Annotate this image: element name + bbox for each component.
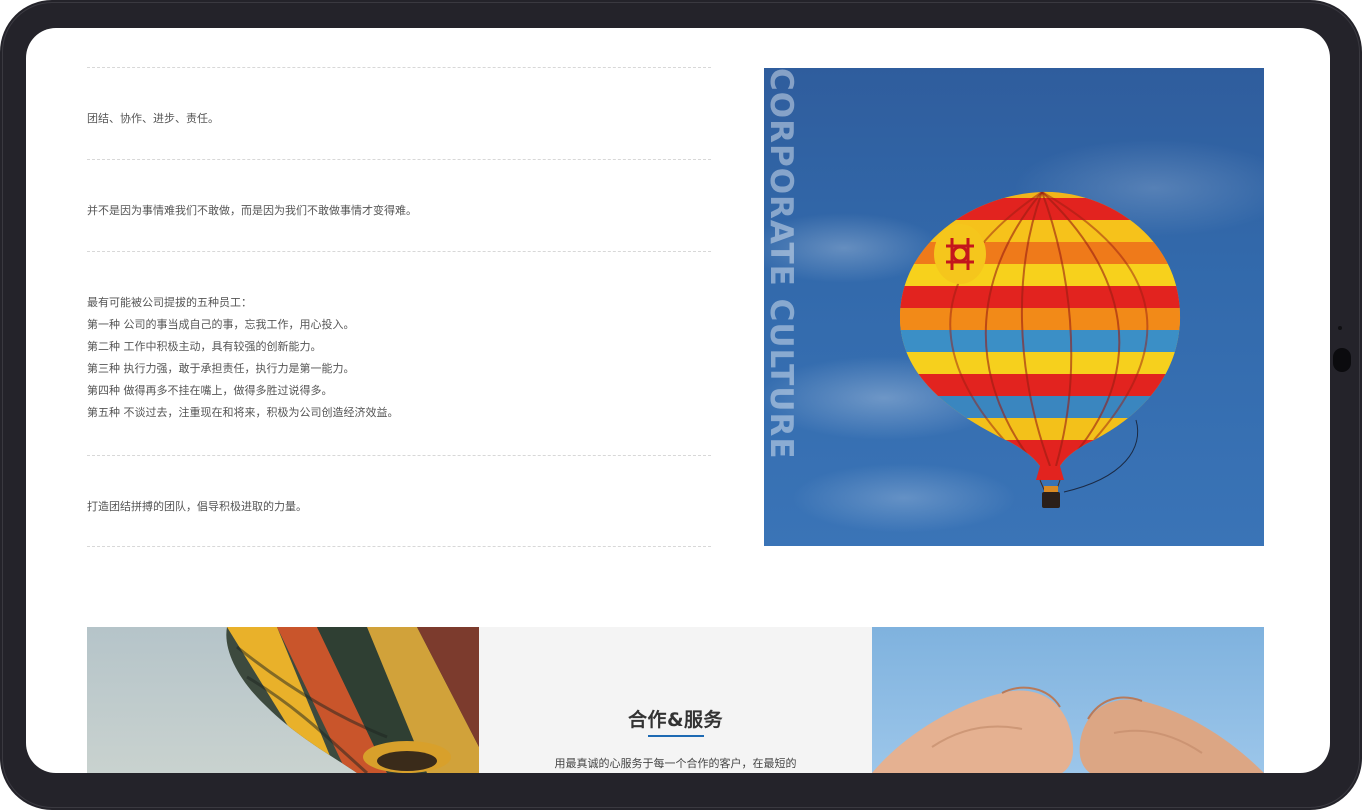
culture-text: 第一种 公司的事当成自己的事，忘我工作，用心投入。 <box>87 318 355 331</box>
balloon-tile-image <box>87 627 479 773</box>
hot-air-balloon-image: CORPORATE CULTURE <box>764 68 1264 546</box>
culture-text: 最有可能被公司提拔的五种员工： <box>87 296 252 309</box>
culture-item: 最有可能被公司提拔的五种员工： 第一种 公司的事当成自己的事，忘我工作，用心投入… <box>87 251 711 455</box>
culture-item: 打造团结拼搏的团队，倡导积极进取的力量。 <box>87 455 711 547</box>
feature-tiles: 合作&服务 用最真诚的心服务于每一个合作的客户，在最短的 <box>87 627 1264 773</box>
service-title: 合作&服务 <box>627 709 724 731</box>
culture-text: 第五种 不谈过去，注重现在和将来，积极为公司创造经济效益。 <box>87 406 399 419</box>
culture-text: 团结、协作、进步、责任。 <box>87 112 219 125</box>
service-card: 合作&服务 用最真诚的心服务于每一个合作的客户，在最短的 <box>479 627 872 773</box>
tablet-frame: 团结、协作、进步、责任。 并不是因为事情难我们不敢做，而是因为我们不敢做事情才变… <box>0 0 1362 810</box>
screen: 团结、协作、进步、责任。 并不是因为事情难我们不敢做，而是因为我们不敢做事情才变… <box>26 28 1330 773</box>
camera-icon <box>1338 326 1342 330</box>
culture-item: 团结、协作、进步、责任。 <box>87 67 711 159</box>
culture-item: 并不是因为事情难我们不敢做，而是因为我们不敢做事情才变得难。 <box>87 159 711 251</box>
culture-text: 并不是因为事情难我们不敢做，而是因为我们不敢做事情才变得难。 <box>87 204 417 217</box>
culture-text: 第四种 做得再多不挂在嘴上，做得多胜过说得多。 <box>87 384 333 397</box>
balloon-illustration <box>900 191 1181 508</box>
corporate-culture-caption: CORPORATE CULTURE <box>764 68 799 460</box>
culture-text: 第三种 执行力强，敢于承担责任，执行力是第一能力。 <box>87 362 355 375</box>
culture-text: 第二种 工作中积极主动，具有较强的创新能力。 <box>87 340 322 353</box>
service-description: 用最真诚的心服务于每一个合作的客户，在最短的 <box>554 757 797 770</box>
heart-hands-tile-image <box>872 627 1264 773</box>
balloon-closeup-illustration <box>226 627 479 773</box>
culture-text: 打造团结拼搏的团队，倡导积极进取的力量。 <box>87 500 307 513</box>
culture-list: 团结、协作、进步、责任。 并不是因为事情难我们不敢做，而是因为我们不敢做事情才变… <box>87 67 711 547</box>
side-button <box>1333 348 1351 372</box>
heart-hands-illustration <box>872 686 1264 773</box>
title-underline <box>648 735 704 737</box>
